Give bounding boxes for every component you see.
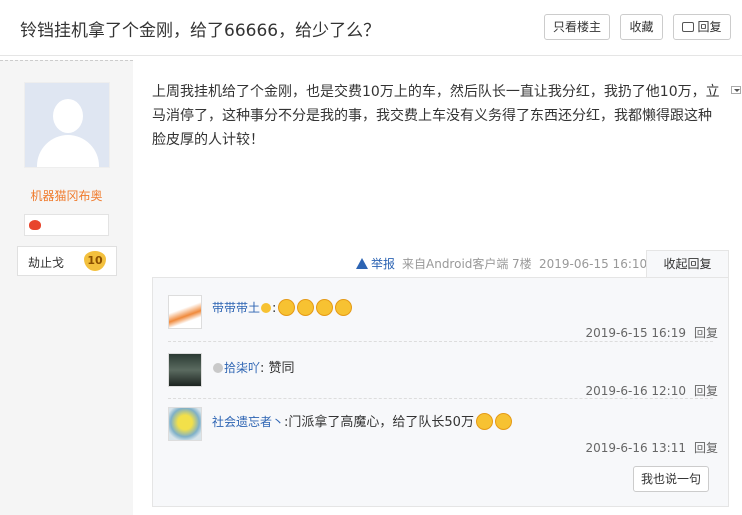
- comment-body: :: [272, 301, 277, 316]
- comment-divider: [168, 398, 713, 399]
- emoji-icon: [316, 299, 334, 316]
- report-label: 举报: [371, 257, 396, 271]
- medal-icon[interactable]: [29, 220, 41, 230]
- reply-button[interactable]: 回复: [673, 14, 731, 40]
- comment-text: 带带带土:: [212, 299, 353, 316]
- comment-text: 拾柒吖: 赞同: [212, 357, 295, 376]
- emoji-icon: [475, 413, 493, 430]
- toggle-replies-tab[interactable]: 收起回复: [646, 250, 729, 277]
- comment-text: 社会遗忘者丶:门派拿了高魔心，给了队长50万: [212, 411, 512, 430]
- level-badge-box[interactable]: 劫止戈 10: [17, 246, 117, 276]
- author-sidebar: 机器猫冈布奥 劫止戈 10: [0, 60, 133, 515]
- level-number: 10: [84, 251, 106, 271]
- commenter-avatar[interactable]: [168, 353, 202, 387]
- avatar-head: [53, 99, 83, 133]
- avatar-body: [37, 135, 99, 167]
- commenter-name[interactable]: 拾柒吖: [224, 361, 260, 375]
- client-source: 来自Android客户端: [402, 257, 509, 271]
- comment-time: 2019-6-16 12:10: [585, 384, 686, 398]
- author-avatar[interactable]: [24, 82, 110, 168]
- comment-reply-link[interactable]: 回复: [694, 384, 718, 398]
- comment-divider: [168, 341, 713, 342]
- favorite-button[interactable]: 收藏: [620, 14, 663, 40]
- emoji-icon: [297, 299, 315, 316]
- only-op-button[interactable]: 只看楼主: [544, 14, 610, 40]
- list-item: 拾柒吖: 赞同 2019-6-16 12:10 回复: [168, 353, 718, 398]
- sidebar-divider: [0, 60, 133, 66]
- level-name: 劫止戈: [28, 256, 65, 270]
- reply-list: 带带带土: 2019-6-15 16:19 回复 拾柒吖: 赞同 2019-6-1…: [152, 277, 729, 507]
- add-comment-button[interactable]: 我也说一句: [633, 466, 709, 492]
- emoji-icon: [278, 299, 296, 316]
- emoji-icon: [335, 299, 353, 316]
- post-collapse-icon[interactable]: [731, 86, 741, 94]
- comment-meta: 2019-6-16 13:11 回复: [585, 439, 718, 456]
- reply-icon: [682, 22, 695, 32]
- medal-bar: [24, 214, 109, 236]
- comment-meta: 2019-6-16 12:10 回复: [585, 382, 718, 399]
- post-content: 上周我挂机给了个金刚，也是交费10万上的车，然后队长一直让我分红，我扔了他10万…: [152, 84, 720, 148]
- comment-reply-link[interactable]: 回复: [694, 441, 718, 455]
- post-time: 2019-06-15 16:10: [539, 257, 648, 271]
- comment-time: 2019-6-15 16:19: [585, 326, 686, 340]
- commenter-avatar[interactable]: [168, 295, 202, 329]
- comment-body: :门派拿了高魔心，给了队长50万: [284, 415, 474, 430]
- commenter-name[interactable]: 带带带土: [212, 301, 260, 315]
- list-item: 社会遗忘者丶:门派拿了高魔心，给了队长50万 2019-6-16 13:11 回复: [168, 407, 718, 456]
- smiley-icon: [261, 303, 272, 313]
- comment-reply-link[interactable]: 回复: [694, 326, 718, 340]
- badge-icon: [213, 363, 223, 373]
- thread-header: 铃铛挂机拿了个金刚，给了66666，给少了么？ 只看楼主 收藏 回复: [0, 0, 742, 56]
- reply-button-label: 回复: [697, 20, 722, 34]
- report-link[interactable]: 举报: [356, 251, 395, 277]
- author-name[interactable]: 机器猫冈布奥: [0, 187, 133, 204]
- commenter-avatar[interactable]: [168, 407, 202, 441]
- warning-icon: [356, 258, 368, 269]
- comment-meta: 2019-6-15 16:19 回复: [585, 324, 718, 341]
- emoji-icon: [494, 413, 512, 430]
- thread-title: 铃铛挂机拿了个金刚，给了66666，给少了么？: [20, 21, 381, 41]
- list-item: 带带带土: 2019-6-15 16:19 回复: [168, 295, 718, 340]
- comment-time: 2019-6-16 13:11: [585, 441, 686, 455]
- comment-body: : 赞同: [260, 361, 295, 376]
- floor-number: 7楼: [512, 257, 532, 271]
- commenter-name[interactable]: 社会遗忘者丶: [212, 415, 284, 429]
